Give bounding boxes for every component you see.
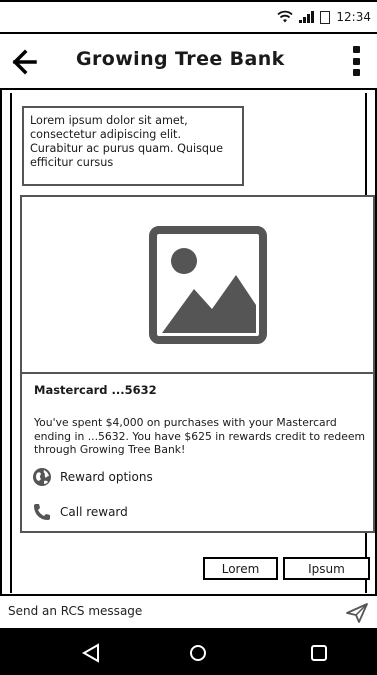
status-time: 12:34 (336, 10, 371, 24)
arrow-left-icon[interactable] (12, 49, 38, 75)
nav-home-icon[interactable] (187, 642, 209, 664)
reward-options-label: Reward options (60, 470, 153, 484)
message-bubble: Lorem ipsum dolor sit amet, consectetur … (22, 106, 244, 186)
battery-icon (320, 10, 331, 24)
wifi-icon (277, 10, 294, 23)
card-title: Mastercard ...5632 (34, 383, 157, 397)
suggestion-ipsum-button[interactable]: Ipsum (283, 557, 370, 580)
phone-icon (34, 504, 50, 520)
image-placeholder-icon (149, 226, 267, 344)
status-icons: 12:34 (277, 10, 371, 24)
card-description: You've spent $4,000 on purchases with yo… (34, 416, 366, 456)
call-reward-label: Call reward (60, 505, 128, 519)
nav-back-icon[interactable] (80, 642, 102, 664)
rich-card[interactable]: Mastercard ...5632 You've spent $4,000 o… (20, 195, 375, 533)
suggestion-lorem-button[interactable]: Lorem (203, 557, 278, 580)
page-title: Growing Tree Bank (76, 48, 285, 70)
app-bar: Growing Tree Bank (0, 34, 377, 90)
nav-recents-icon[interactable] (308, 642, 330, 664)
signal-icon (299, 11, 315, 23)
status-bar: 12:34 (0, 0, 377, 34)
reward-options-button[interactable]: Reward options (32, 467, 153, 487)
card-media (22, 197, 373, 374)
compose-bar: Send an RCS message (0, 594, 377, 630)
nav-bar (0, 630, 377, 675)
globe-icon (33, 468, 51, 486)
message-input[interactable]: Send an RCS message (8, 604, 308, 618)
more-vertical-icon[interactable] (351, 46, 361, 76)
send-icon[interactable] (345, 602, 369, 624)
call-reward-button[interactable]: Call reward (32, 502, 128, 522)
